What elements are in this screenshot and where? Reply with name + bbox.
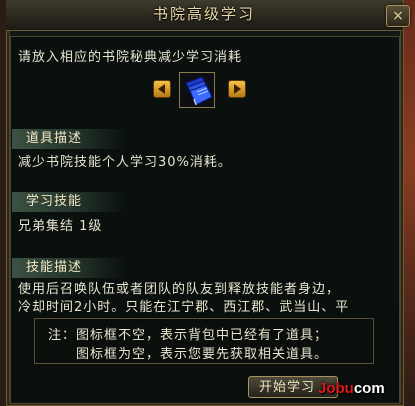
watermark-logo: Jobucom xyxy=(318,380,410,402)
window-title: 书院高级学习 xyxy=(152,5,255,23)
blue-book-icon xyxy=(180,73,214,107)
left-arrow-icon xyxy=(158,84,165,94)
prev-arrow-button[interactable] xyxy=(153,80,171,98)
learn-skill-text: 兄弟集结 1级 xyxy=(18,219,103,234)
prompt-text: 请放入相应的书院秘典减少学习消耗 xyxy=(18,50,243,65)
skill-desc-line2: 冷却时间2小时。只能在江宁郡、西江郡、武当山、平 xyxy=(18,300,350,315)
section-header-skill-desc: 技能描述 xyxy=(12,258,126,278)
note-line2: 图标框为空，表示您要先获取相关道具。 xyxy=(76,347,329,362)
close-button[interactable]: × xyxy=(386,5,410,27)
next-arrow-button[interactable] xyxy=(228,80,246,98)
item-desc-text: 减少书院技能个人学习30%消耗。 xyxy=(18,155,232,170)
title-bar[interactable]: 书院高级学习 xyxy=(6,0,402,31)
watermark-white-text: com xyxy=(353,380,385,397)
section-header-item-desc: 道具描述 xyxy=(12,129,126,149)
watermark-red-text: Jobu xyxy=(318,380,354,397)
note-line1: 注：图标框不空，表示背包中已经有了道具； xyxy=(48,328,329,343)
skill-desc-line1: 使用后召唤队伍或者团队的队友到释放技能者身边， xyxy=(18,282,341,297)
item-slot[interactable] xyxy=(179,72,215,108)
section-header-learn-skill: 学习技能 xyxy=(12,192,126,212)
right-arrow-icon xyxy=(234,84,241,94)
